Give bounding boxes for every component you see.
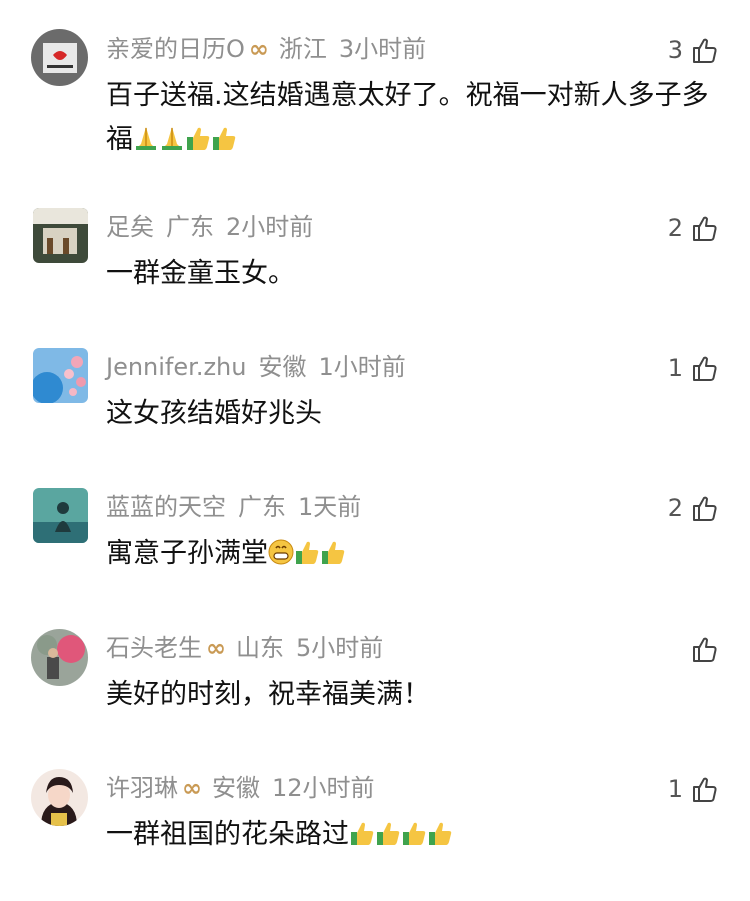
- vip-badge-icon: ∞: [182, 774, 202, 802]
- like-count: 1: [667, 354, 683, 382]
- thumbs-up-outline-icon: [693, 356, 717, 381]
- comment-body: 一群祖国的花朵路过: [106, 819, 349, 850]
- avatar[interactable]: [31, 769, 88, 826]
- avatar[interactable]: [33, 488, 88, 543]
- thumbs-up-emoji-icon: [403, 822, 426, 845]
- timestamp: 1小时前: [318, 353, 406, 381]
- comment-text: 美好的时刻，祝幸福美满！: [106, 673, 726, 717]
- timestamp: 12小时前: [272, 774, 375, 802]
- thumbs-up-outline-icon: [693, 777, 717, 802]
- comment-text: 一群祖国的花朵路过: [106, 813, 726, 857]
- comment-meta: 许羽琳 ∞ 安徽 12小时前: [106, 773, 387, 803]
- like-count: 2: [667, 494, 683, 522]
- comment-body: 这女孩结婚好兆头: [106, 398, 322, 429]
- like-button[interactable]: 2: [668, 212, 717, 244]
- comment-text: 百子送福.这结婚遇意太好了。祝福一对新人多子多福: [106, 74, 726, 162]
- comment-text: 寓意子孙满堂: [106, 532, 726, 576]
- comment-body: 一群金童玉女。: [106, 258, 295, 289]
- location: 安徽: [258, 353, 307, 381]
- thumbs-up-emoji-icon: [187, 127, 210, 150]
- vip-badge-icon: ∞: [248, 35, 269, 63]
- timestamp: 2小时前: [226, 213, 314, 241]
- avatar[interactable]: [33, 348, 88, 403]
- comment-text: 这女孩结婚好兆头: [106, 392, 726, 436]
- like-button[interactable]: 1: [668, 352, 717, 384]
- timestamp: 1天前: [298, 493, 362, 521]
- username[interactable]: 足矣: [106, 213, 154, 241]
- username[interactable]: Jennifer.zhu: [106, 353, 246, 381]
- avatar[interactable]: [31, 629, 88, 686]
- comment-body: 美好的时刻，祝幸福美满！: [106, 679, 430, 710]
- comment-meta: 蓝蓝的天空 广东 1天前: [106, 492, 373, 522]
- thumbs-up-emoji-icon: [351, 822, 374, 845]
- location: 安徽: [212, 774, 260, 802]
- comment-meta: Jennifer.zhu 安徽 1小时前: [106, 352, 418, 382]
- username[interactable]: 石头老生: [106, 634, 202, 662]
- comment-meta: 足矣 广东 2小时前: [106, 212, 325, 242]
- like-button[interactable]: 3: [668, 34, 717, 66]
- timestamp: 5小时前: [296, 634, 384, 662]
- comment-meta: 石头老生 ∞ 山东 5小时前: [106, 633, 395, 663]
- timestamp: 3小时前: [338, 35, 427, 63]
- thumbs-up-emoji-icon: [213, 127, 236, 150]
- thumbs-up-emoji-icon: [377, 822, 400, 845]
- like-count: 3: [667, 36, 683, 64]
- like-button[interactable]: 1: [668, 773, 717, 805]
- location: 山东: [236, 634, 284, 662]
- vip-badge-icon: ∞: [206, 634, 226, 662]
- avatar[interactable]: [31, 29, 88, 86]
- location: 广东: [166, 213, 214, 241]
- comment-meta: 亲爱的日历O ∞ 浙江 3小时前: [106, 34, 438, 64]
- thumbs-up-emoji-icon: [296, 541, 319, 564]
- comment-text: 一群金童玉女。: [106, 252, 726, 296]
- pray-emoji-icon: [162, 127, 182, 150]
- thumbs-up-outline-icon: [693, 496, 717, 521]
- thumbs-up-outline-icon: [693, 216, 717, 241]
- like-count: 1: [667, 775, 683, 803]
- like-button[interactable]: 2: [668, 492, 717, 524]
- thumbs-up-outline-icon: [693, 637, 717, 662]
- username[interactable]: 蓝蓝的天空: [106, 493, 226, 521]
- comment-body: 寓意子孙满堂: [106, 538, 268, 569]
- grin-emoji-icon: [268, 539, 294, 565]
- thumbs-up-emoji-icon: [322, 541, 345, 564]
- username[interactable]: 许羽琳: [106, 774, 178, 802]
- pray-emoji-icon: [136, 127, 156, 150]
- thumbs-up-outline-icon: [693, 38, 717, 63]
- avatar[interactable]: [33, 208, 88, 263]
- like-button[interactable]: [683, 633, 717, 665]
- location: 浙江: [278, 35, 327, 63]
- like-count: 2: [667, 214, 683, 242]
- username[interactable]: 亲爱的日历O: [106, 35, 245, 63]
- thumbs-up-emoji-icon: [429, 822, 452, 845]
- location: 广东: [238, 493, 286, 521]
